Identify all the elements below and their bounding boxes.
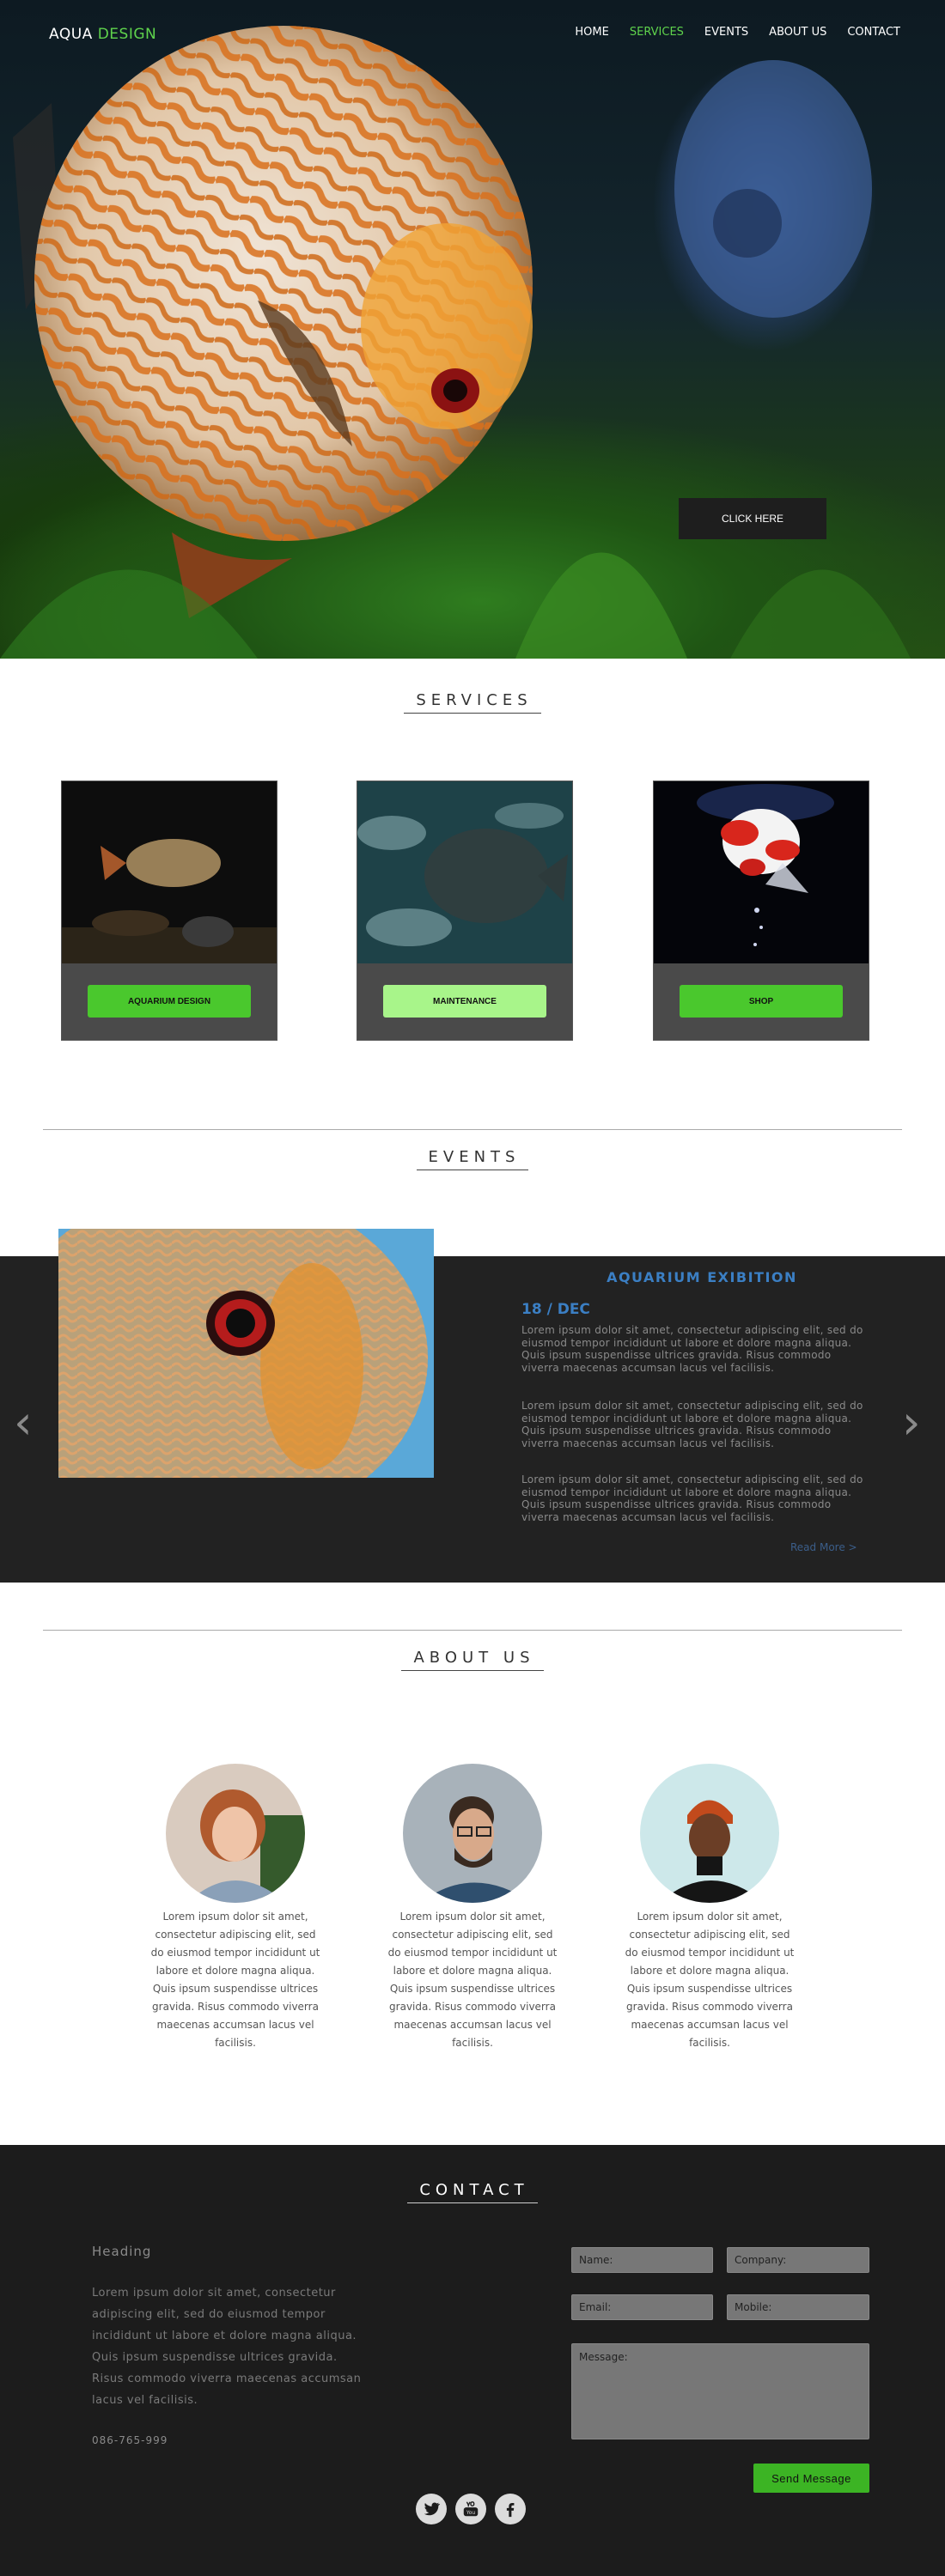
main-nav: HOME SERVICES EVENTS ABOUT US CONTACT: [575, 26, 900, 39]
section-divider: [43, 1630, 902, 1631]
logo-accent-text: DESIGN: [97, 26, 157, 43]
event-paragraph: Lorem ipsum dolor sit amet, consectetur …: [521, 1400, 863, 1449]
site-logo[interactable]: AQUA DESIGN: [49, 26, 156, 43]
nav-item-services[interactable]: SERVICES: [630, 26, 684, 39]
nav-item-home[interactable]: HOME: [575, 26, 608, 39]
events-next-arrow[interactable]: ›: [902, 1400, 921, 1446]
services-title-text: SERVICES: [404, 691, 541, 714]
contact-heading: Heading: [92, 2244, 152, 2259]
facebook-icon[interactable]: [495, 2494, 526, 2524]
contact-title-text: CONTACT: [407, 2181, 538, 2203]
service-card-aquarium-design: AQUARIUM DESIGN: [61, 781, 277, 1041]
event-date: 18 / DEC: [521, 1301, 590, 1318]
event-paragraph: Lorem ipsum dolor sit amet, consectetur …: [521, 1473, 863, 1523]
nav-item-events[interactable]: EVENTS: [704, 26, 748, 39]
event-title: AQUARIUM EXIBITION: [607, 1269, 797, 1285]
logo-main-text: AQUA: [49, 26, 93, 43]
contact-text: Lorem ipsum dolor sit amet, consectetur …: [92, 2287, 362, 2407]
click-here-button[interactable]: CLICK HERE: [679, 498, 826, 539]
event-paragraph: Lorem ipsum dolor sit amet, consectetur …: [521, 1324, 863, 1374]
svg-text:You: You: [466, 2510, 475, 2516]
aquarium-design-button[interactable]: AQUARIUM DESIGN: [88, 985, 251, 1018]
maintenance-button[interactable]: MAINTENANCE: [383, 985, 546, 1018]
name-field[interactable]: [571, 2247, 713, 2273]
shop-button[interactable]: SHOP: [680, 985, 843, 1018]
service-card-shop: SHOP: [653, 781, 869, 1041]
about-title: ABOUT US: [0, 1649, 945, 1671]
team-bio-1: Lorem ipsum dolor sit amet, consectetur …: [150, 1911, 320, 2049]
nav-item-about-us[interactable]: ABOUT US: [769, 26, 826, 39]
message-field[interactable]: [571, 2343, 869, 2439]
team-bio-2: Lorem ipsum dolor sit amet, consectetur …: [387, 1911, 558, 2049]
team-bio-3: Lorem ipsum dolor sit amet, consectetur …: [625, 1911, 795, 2049]
service-image-shop: [654, 781, 869, 963]
service-image-maintenance: [357, 781, 572, 963]
team-avatar-2: [403, 1764, 542, 1903]
hero-section: AQUA DESIGN HOME SERVICES EVENTS ABOUT U…: [0, 0, 945, 659]
nav-item-contact[interactable]: CONTACT: [847, 26, 900, 39]
mobile-field[interactable]: [727, 2294, 869, 2320]
company-field[interactable]: [727, 2247, 869, 2273]
service-image-aquarium: [62, 781, 277, 963]
section-divider: [43, 1129, 902, 1130]
team-avatar-1: [166, 1764, 305, 1903]
events-prev-arrow[interactable]: ‹: [14, 1400, 33, 1446]
events-title: EVENTS: [0, 1148, 945, 1170]
contact-title: CONTACT: [0, 2181, 945, 2203]
send-message-button[interactable]: Send Message: [753, 2464, 869, 2493]
contact-phone: 086-765-999: [92, 2434, 168, 2446]
team-avatar-3: [640, 1764, 779, 1903]
event-fish-photo: [58, 1229, 434, 1478]
services-title: SERVICES: [0, 691, 945, 714]
hero-discus-fish-image: [0, 26, 911, 659]
youtube-icon[interactable]: You: [455, 2494, 486, 2524]
events-title-text: EVENTS: [416, 1148, 529, 1170]
read-more-link[interactable]: Read More >: [790, 1541, 857, 1553]
twitter-icon[interactable]: [416, 2494, 447, 2524]
about-title-text: ABOUT US: [401, 1649, 544, 1671]
email-field[interactable]: [571, 2294, 713, 2320]
service-card-maintenance: MAINTENANCE: [357, 781, 573, 1041]
